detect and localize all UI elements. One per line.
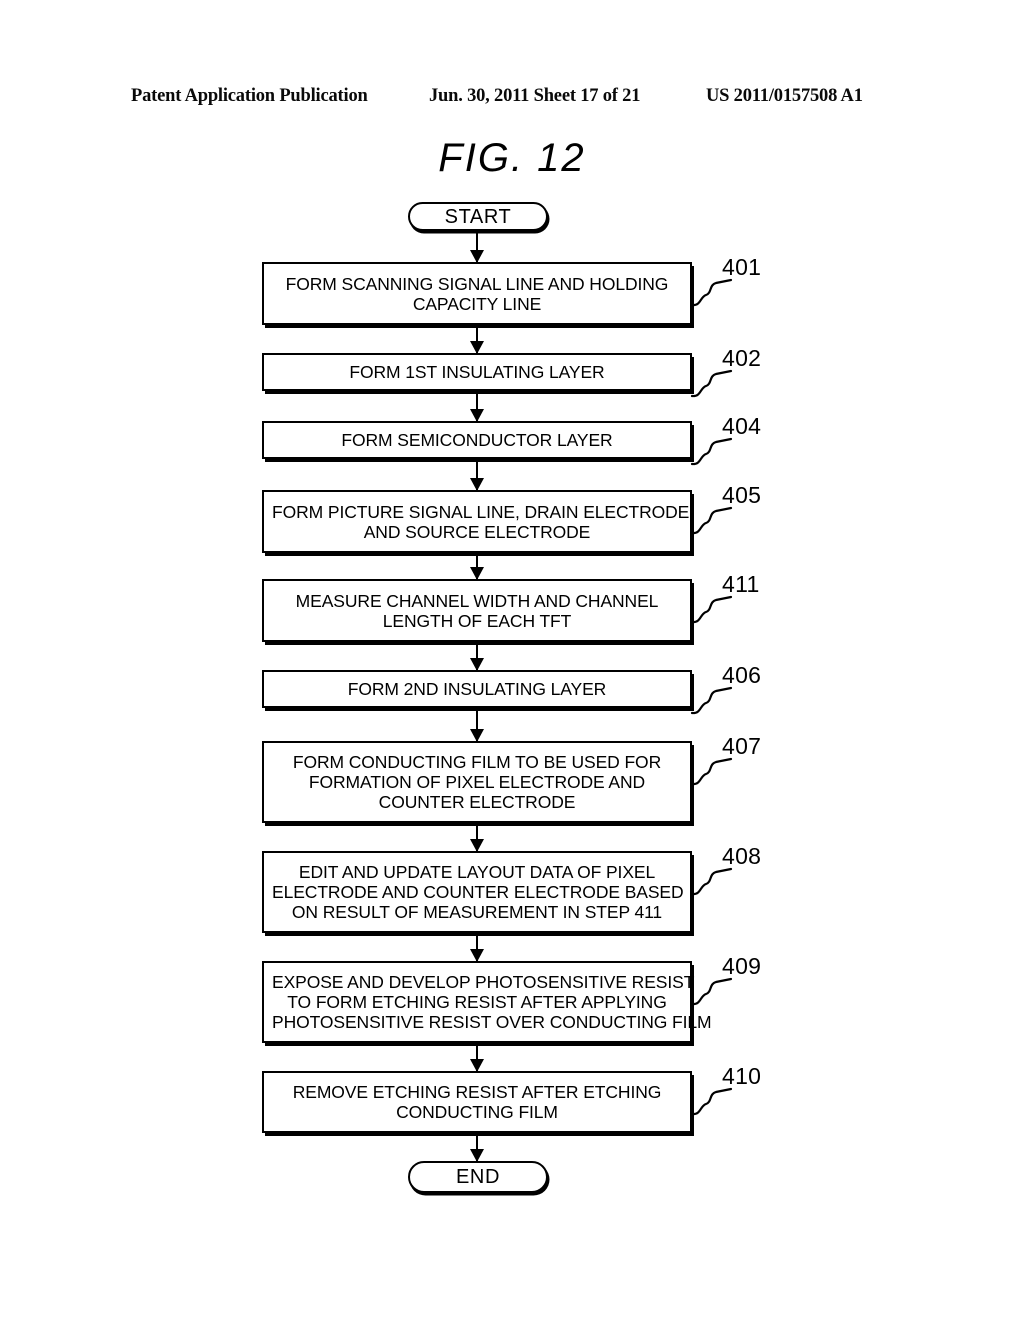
flowchart-step-text-line: COUNTER ELECTRODE [378,792,576,812]
flowchart-connector-arrow [470,933,484,962]
reference-numeral: 411 [722,571,760,597]
flowchart-step-box: FORM 1ST INSULATING LAYER [262,353,692,391]
reference-numeral-leader [690,435,735,475]
flowchart-connector-arrow [470,642,484,671]
flowchart-connector-arrow [470,823,484,852]
flowchart-step-text: FORM 1ST INSULATING LAYER [272,362,682,382]
flowchart-connector-arrow [470,553,484,580]
reference-numeral: 410 [722,1063,762,1089]
reference-numeral: 402 [722,345,762,371]
flowchart-connector-arrow [470,459,484,491]
flowchart-step-text: FORM SCANNING SIGNAL LINE AND HOLDING CAP… [272,274,682,314]
reference-numeral-leader [690,975,735,1015]
reference-numeral: 409 [722,953,762,979]
flowchart-step-text: EXPOSE AND DEVELOP PHOTOSENSITIVE RESIST… [272,972,712,1032]
flowchart-step-box: EDIT AND UPDATE LAYOUT DATA OF PIXEL ELEC… [262,851,692,933]
flowchart-step-text: FORM SEMICONDUCTOR LAYER [272,430,682,450]
flowchart-step-text-line: CAPACITY LINE [412,293,542,314]
flowchart-step-text-line: AND SOURCE ELECTRODE [363,521,591,542]
reference-numeral-leader [690,504,735,544]
reference-numeral: 404 [722,413,762,439]
flowchart-connector-arrow [470,1043,484,1072]
flowchart-start-label: START [444,205,512,228]
reference-numeral-leader [690,1085,735,1125]
reference-numeral-leader [690,865,735,905]
flowchart-step-text-line: FORMATION OF PIXEL ELECTRODE AND [308,772,646,792]
flowchart-step-text-line: FORM PICTURE SIGNAL LINE, DRAIN ELECTROD… [272,501,695,522]
flowchart-end-label: END [455,1166,501,1188]
flowchart-connector-arrow [470,391,484,422]
reference-numeral: 408 [722,843,762,869]
flowchart-step-text-line: FORM 1ST INSULATING LAYER [349,362,605,382]
flowchart-start-node: START [408,202,548,231]
flowchart-step-text: FORM CONDUCTING FILM TO BE USED FOR FORMA… [272,752,682,812]
flowchart-step-text: REMOVE ETCHING RESIST AFTER ETCHING CONDU… [272,1082,682,1122]
reference-numeral-leader [690,593,735,633]
flowchart-step-text-line: LENGTH OF EACH TFT [382,610,572,631]
flowchart-step-text-line: MEASURE CHANNEL WIDTH AND CHANNEL [295,590,659,611]
flowchart-step-text-line: FORM SEMICONDUCTOR LAYER [341,430,613,450]
reference-numeral: 401 [722,254,762,280]
flowchart-step-box: FORM PICTURE SIGNAL LINE, DRAIN ELECTROD… [262,490,695,553]
flowchart-step-box: FORM CONDUCTING FILM TO BE USED FOR FORMA… [262,741,692,823]
flowchart-step-box: REMOVE ETCHING RESIST AFTER ETCHING CONDU… [262,1071,692,1133]
flowchart-step-text-line: REMOVE ETCHING RESIST AFTER ETCHING [292,1082,662,1102]
flowchart-step-box: FORM SEMICONDUCTOR LAYER [262,421,692,459]
flowchart-connector-arrow [470,1133,484,1162]
reference-numeral: 406 [722,662,762,688]
flowchart-step-text-line: EXPOSE AND DEVELOP PHOTOSENSITIVE RESIST [272,972,695,992]
reference-numeral-leader [690,276,735,316]
flowchart-step-text-line: FORM CONDUCTING FILM TO BE USED FOR [292,752,662,772]
flowchart-step-text-line: ELECTRODE AND COUNTER ELECTRODE BASED [272,882,684,902]
flowchart-step-text-line: FORM 2ND INSULATING LAYER [347,679,607,699]
flowchart-step-box: MEASURE CHANNEL WIDTH AND CHANNEL LENGTH … [262,579,692,642]
reference-numeral-leader [690,684,735,724]
flowchart-step-text: EDIT AND UPDATE LAYOUT DATA OF PIXEL ELEC… [272,862,684,922]
flowchart-connector-arrow [470,708,484,742]
flowchart-step-text-line: EDIT AND UPDATE LAYOUT DATA OF PIXEL [298,862,656,882]
flowchart-step-text: FORM 2ND INSULATING LAYER [272,679,682,699]
flowchart-diagram: START FORM SCANNING SIGNAL LINE AND HOLD… [0,0,1024,1320]
flowchart-end-node: END [408,1161,548,1193]
flowchart-step-text-line: TO FORM ETCHING RESIST AFTER APPLYING [287,992,667,1012]
flowchart-step-text: MEASURE CHANNEL WIDTH AND CHANNEL LENGTH … [272,591,682,631]
reference-numeral-leader [690,755,735,795]
reference-numeral-leader [690,367,735,407]
reference-numeral: 407 [722,733,762,759]
flowchart-step-text-line: CONDUCTING FILM [396,1102,558,1122]
flowchart-step-text-line: ON RESULT OF MEASUREMENT IN STEP 411 [291,902,663,922]
reference-numeral: 405 [722,482,762,508]
flowchart-step-box: FORM SCANNING SIGNAL LINE AND HOLDING CAP… [262,262,692,325]
flowchart-step-box: FORM 2ND INSULATING LAYER [262,670,692,708]
flowchart-step-text-line: PHOTOSENSITIVE RESIST OVER CONDUCTING FI… [272,1012,712,1032]
flowchart-connector-arrow [470,325,484,354]
flowchart-step-text: FORM PICTURE SIGNAL LINE, DRAIN ELECTROD… [272,501,695,542]
flowchart-connector-arrow [470,231,484,263]
flowchart-step-box: EXPOSE AND DEVELOP PHOTOSENSITIVE RESIST… [262,961,712,1043]
flowchart-step-text-line: FORM SCANNING SIGNAL LINE AND HOLDING [285,273,669,294]
